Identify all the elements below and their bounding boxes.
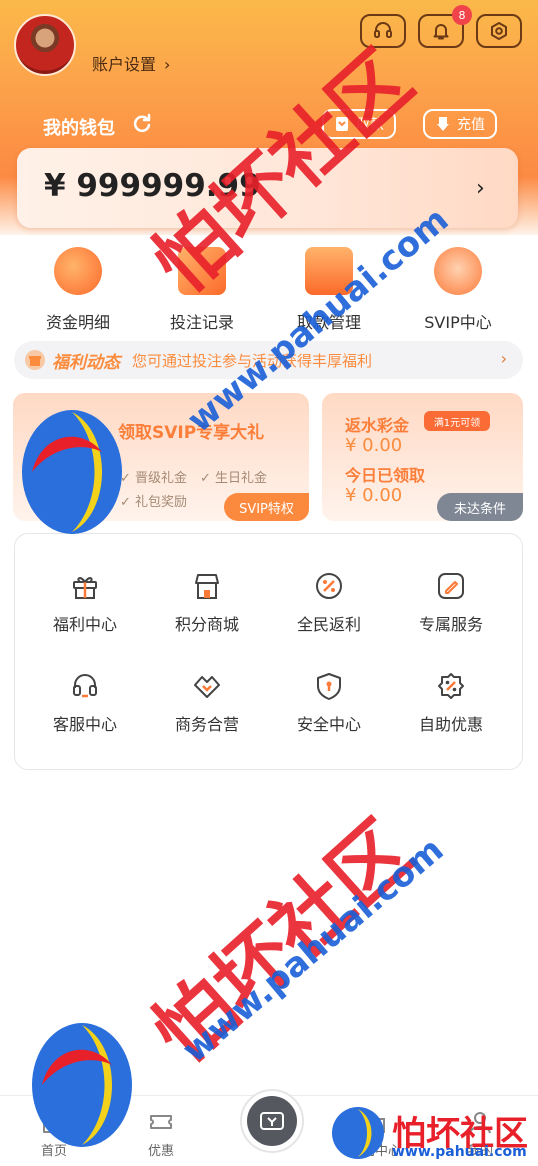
home-icon (43, 1112, 65, 1133)
svip-benefit-item: ✓ 生日礼金 (200, 471, 268, 486)
tab-promo[interactable]: 优惠 (121, 1110, 201, 1159)
tab-mine[interactable]: 我的 (440, 1110, 520, 1159)
rebate-title: 返水彩金 (345, 416, 410, 435)
handshake-icon (194, 676, 220, 698)
customer-service-button[interactable] (360, 14, 406, 48)
quick-action-svip-center[interactable]: SVIP中心 (403, 247, 513, 333)
tab-label: 福利中心 (348, 1144, 401, 1159)
news-title: 福利动态 (52, 352, 120, 373)
quick-action-fund-details[interactable]: 资金明细 (23, 247, 133, 333)
svip-center-icon (434, 247, 482, 295)
rebate-subtitle: 今日已领取 (345, 466, 426, 485)
gift-icon (365, 1118, 385, 1133)
headset-icon (374, 22, 392, 38)
welfare-news-bar[interactable]: 福利动态 您可通过投注参与活动获得丰厚福利 › (14, 341, 523, 379)
service-customer-center[interactable]: 客服中心 (24, 671, 146, 735)
wallet-icon (247, 1096, 297, 1146)
balance-amount: ¥ 999999.99 (44, 168, 261, 204)
refresh-icon[interactable] (131, 112, 153, 134)
chevron-right-icon: › (164, 55, 171, 74)
gift-icon (25, 350, 45, 370)
service-points-mall[interactable]: 积分商城 (146, 571, 268, 635)
service-label: 自助优惠 (418, 715, 483, 734)
account-settings-link[interactable]: 账户设置 › (92, 51, 170, 75)
deposit-icon (437, 117, 449, 131)
quick-action-label: 资金明细 (45, 313, 110, 332)
service-exclusive[interactable]: 专属服务 (390, 571, 512, 635)
quick-action-label: 取款管理 (296, 313, 361, 332)
withdraw-manage-icon (305, 247, 353, 295)
headset-icon (73, 674, 97, 698)
wallet-title: 我的钱包 (43, 118, 115, 139)
center-wallet-button[interactable] (240, 1089, 304, 1153)
service-business[interactable]: 商务合营 (146, 671, 268, 735)
service-security[interactable]: 安全中心 (268, 671, 390, 735)
shield-icon (317, 673, 341, 700)
deposit-button[interactable]: 充值 (423, 109, 497, 139)
rebate-tag: 满1元可领 (424, 411, 490, 431)
watermark-url: www.pahuai.com (175, 829, 452, 1071)
edit-icon (438, 573, 464, 599)
quick-action-label: SVIP中心 (424, 313, 492, 332)
bell-icon (433, 24, 449, 40)
watermark-brand: 怕坏社区 (137, 804, 430, 1081)
service-label: 专属服务 (418, 615, 483, 634)
avatar[interactable] (14, 14, 76, 76)
withdraw-button[interactable]: 取款 (322, 109, 396, 139)
quick-action-bet-records[interactable]: 投注记录 (147, 247, 257, 333)
quick-action-withdraw-manage[interactable]: 取款管理 (274, 247, 384, 333)
store-icon (195, 574, 219, 599)
bet-records-icon (178, 247, 226, 295)
withdraw-label: 取款 (356, 117, 384, 133)
quick-action-label: 投注记录 (169, 313, 234, 332)
chevron-right-icon[interactable]: › (476, 176, 485, 201)
service-label: 客服中心 (52, 715, 117, 734)
service-label: 全民返利 (296, 615, 361, 634)
tab-label: 我的 (466, 1144, 493, 1159)
rebate-condition-button[interactable]: 未达条件 (437, 493, 523, 521)
service-universal-rebate[interactable]: 全民返利 (268, 571, 390, 635)
gear-icon (491, 22, 507, 40)
fund-details-icon (54, 247, 102, 295)
deposit-label: 充值 (457, 117, 485, 133)
withdraw-icon (336, 117, 348, 131)
discount-icon (438, 673, 464, 699)
tab-home[interactable]: 首页 (14, 1110, 94, 1159)
chevron-right-icon: › (500, 349, 507, 368)
tab-label: 首页 (40, 1144, 67, 1159)
notification-badge: 8 (452, 5, 472, 25)
service-welfare-center[interactable]: 福利中心 (24, 571, 146, 635)
svip-card-title: 领取SVIP专享大礼 (118, 423, 265, 443)
service-label: 福利中心 (52, 615, 117, 634)
service-label: 商务合营 (174, 715, 239, 734)
tab-label: 优惠 (147, 1144, 174, 1159)
svip-benefit-item: ✓ 晋级礼金 (120, 471, 188, 486)
account-settings-label: 账户设置 (92, 55, 157, 74)
user-icon (469, 1112, 491, 1134)
rebate-icon (316, 573, 342, 599)
rebate-value: ¥ 0.00 (345, 435, 403, 456)
service-self-discount[interactable]: 自助优惠 (390, 671, 512, 735)
svip-privilege-button[interactable]: SVIP特权 (224, 493, 309, 521)
gift-icon (73, 577, 97, 599)
ticket-icon (150, 1115, 172, 1129)
rebate-claimed-value: ¥ 0.00 (345, 485, 403, 506)
service-label: 安全中心 (296, 715, 361, 734)
news-text: 您可通过投注参与活动获得丰厚福利 (132, 351, 373, 370)
svip-benefit-item: ✓ 礼包奖励 (120, 495, 188, 510)
service-label: 积分商城 (174, 615, 239, 634)
tab-welfare-center[interactable]: 福利中心 (335, 1110, 415, 1159)
settings-button[interactable] (476, 14, 522, 48)
